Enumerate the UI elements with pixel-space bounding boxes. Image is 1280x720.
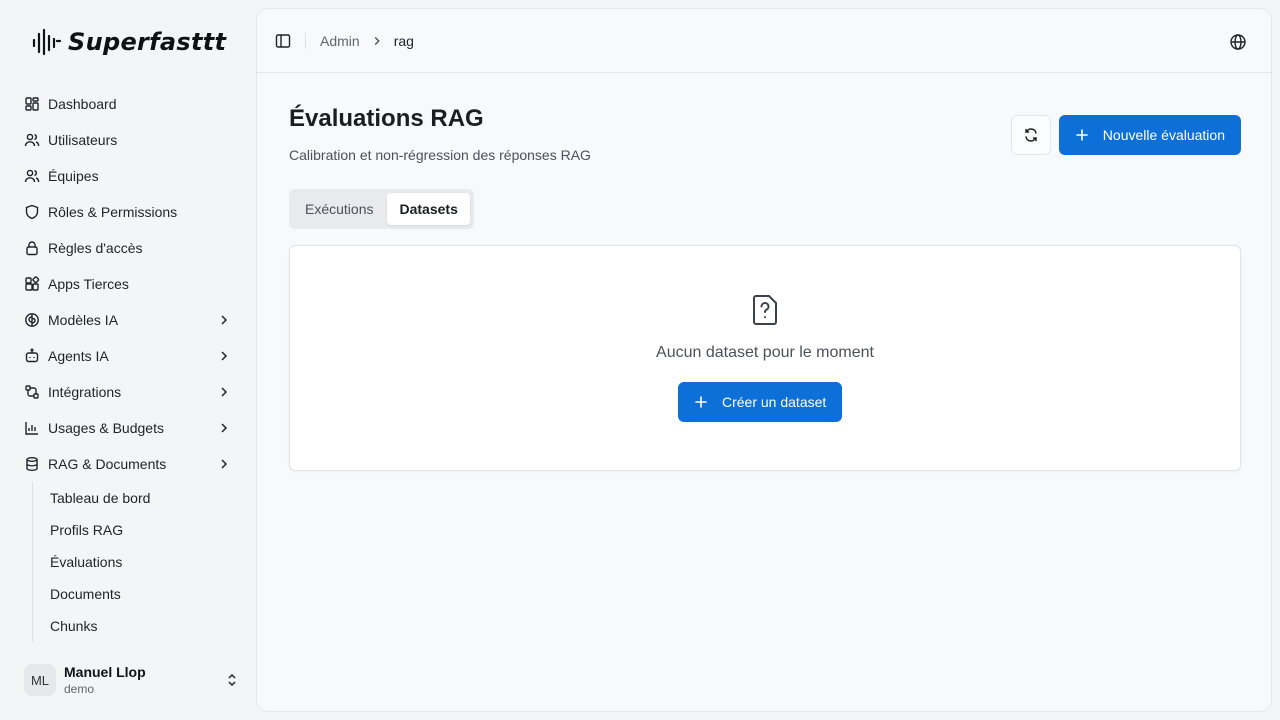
sidebar-item-utilisateurs[interactable]: Utilisateurs [16, 122, 240, 158]
user-role: demo [64, 682, 95, 696]
subnav-item-tableau-de-bord[interactable]: Tableau de bord [50, 482, 240, 514]
file-question-icon [753, 295, 777, 325]
shield-icon [24, 204, 40, 220]
breadcrumb-current: rag [393, 32, 414, 49]
tab-executions[interactable]: Exécutions [293, 193, 385, 225]
subnav-item-evaluations[interactable]: Évaluations [50, 546, 240, 578]
chevron-right-icon [221, 351, 228, 361]
avatar: ML [24, 664, 56, 696]
chevron-right-icon [221, 459, 228, 469]
bar-chart-icon [24, 420, 40, 436]
page-content: Évaluations RAG Calibration et non-régre… [289, 105, 1241, 471]
sidebar-item-equipes[interactable]: Équipes [16, 158, 240, 194]
sidebar-item-dashboard[interactable]: Dashboard [16, 86, 240, 122]
sidebar-toggle-icon[interactable] [275, 33, 291, 49]
topbar: Admin rag [257, 9, 1271, 73]
plus-icon [1075, 129, 1088, 141]
sidebar: Superfasttt Dashboard Utilisateurs Équip… [0, 0, 256, 720]
sidebar-item-label: RAG & Documents [48, 456, 167, 472]
sidebar-item-rag-documents[interactable]: RAG & Documents [16, 446, 240, 482]
empty-state-message: Aucun dataset pour le moment [656, 344, 874, 361]
breadcrumb: Admin rag [320, 33, 414, 49]
tab-datasets[interactable]: Datasets [387, 193, 470, 225]
rag-subnav: Tableau de bord Profils RAG Évaluations … [32, 482, 240, 642]
users-icon [24, 132, 40, 148]
chevron-right-icon [221, 387, 228, 397]
create-dataset-button[interactable]: Créer un dataset [678, 382, 843, 422]
sidebar-item-roles-permissions[interactable]: Rôles & Permissions [16, 194, 240, 230]
subnav-item-documents[interactable]: Documents [50, 578, 240, 610]
sidebar-item-label: Rôles & Permissions [48, 204, 178, 220]
sidebar-item-integrations[interactable]: Intégrations [16, 374, 240, 410]
refresh-icon [1025, 128, 1037, 142]
chevron-right-icon [221, 315, 228, 325]
page-actions: Nouvelle évaluation [1010, 115, 1241, 155]
sidebar-item-regles-acces[interactable]: Règles d'accès [16, 230, 240, 266]
sidebar-item-label: Intégrations [48, 384, 122, 400]
sidebar-item-label: Utilisateurs [48, 132, 118, 148]
datasets-card: Aucun dataset pour le moment Créer un da… [289, 245, 1241, 471]
main-panel: Admin rag Évaluations RAG Calibration et… [256, 8, 1272, 712]
new-evaluation-label: Nouvelle évaluation [1102, 127, 1225, 143]
sidebar-item-agents-ia[interactable]: Agents IA [16, 338, 240, 374]
tab-list: Exécutions Datasets [289, 189, 474, 229]
bot-icon [24, 348, 40, 364]
plus-icon [695, 396, 707, 408]
brand-name: Superfasttt [68, 28, 227, 56]
user-info: Manuel Llop demo [64, 664, 224, 696]
soundwave-logo-icon [32, 28, 62, 56]
chevron-right-icon [374, 36, 380, 45]
divider [305, 32, 306, 49]
lock-icon [24, 240, 40, 256]
subnav-item-chunks[interactable]: Chunks [50, 610, 240, 642]
dashboard-icon [24, 96, 40, 112]
create-dataset-label: Créer un dataset [722, 394, 827, 410]
sidebar-item-label: Usages & Budgets [48, 420, 164, 436]
subnav-item-profils-rag[interactable]: Profils RAG [50, 514, 240, 546]
chevron-right-icon [221, 423, 228, 433]
chevrons-up-down-icon [228, 673, 236, 687]
sidebar-item-usages-budgets[interactable]: Usages & Budgets [16, 410, 240, 446]
new-evaluation-button[interactable]: Nouvelle évaluation [1058, 115, 1241, 155]
sidebar-item-label: Règles d'accès [48, 240, 143, 256]
brand-logo[interactable]: Superfasttt [30, 26, 226, 58]
sidebar-item-label: Agents IA [48, 348, 109, 364]
user-menu[interactable]: ML Manuel Llop demo [24, 662, 240, 698]
sidebar-item-apps-tierces[interactable]: Apps Tierces [16, 266, 240, 302]
integrations-icon [24, 384, 40, 400]
user-name: Manuel Llop [64, 664, 146, 680]
database-icon [24, 456, 40, 472]
sidebar-item-label: Dashboard [48, 96, 117, 112]
sidebar-nav: Dashboard Utilisateurs Équipes Rôles & P… [16, 86, 240, 642]
sidebar-item-label: Équipes [48, 168, 99, 184]
refresh-button[interactable] [1010, 115, 1051, 155]
team-icon [24, 168, 40, 184]
sidebar-item-modeles-ia[interactable]: Modèles IA [16, 302, 240, 338]
globe-icon[interactable] [1229, 33, 1247, 51]
brain-icon [24, 312, 40, 328]
apps-icon [24, 276, 40, 292]
breadcrumb-admin[interactable]: Admin [320, 33, 360, 49]
sidebar-item-label: Modèles IA [48, 312, 119, 328]
sidebar-item-label: Apps Tierces [48, 276, 129, 292]
